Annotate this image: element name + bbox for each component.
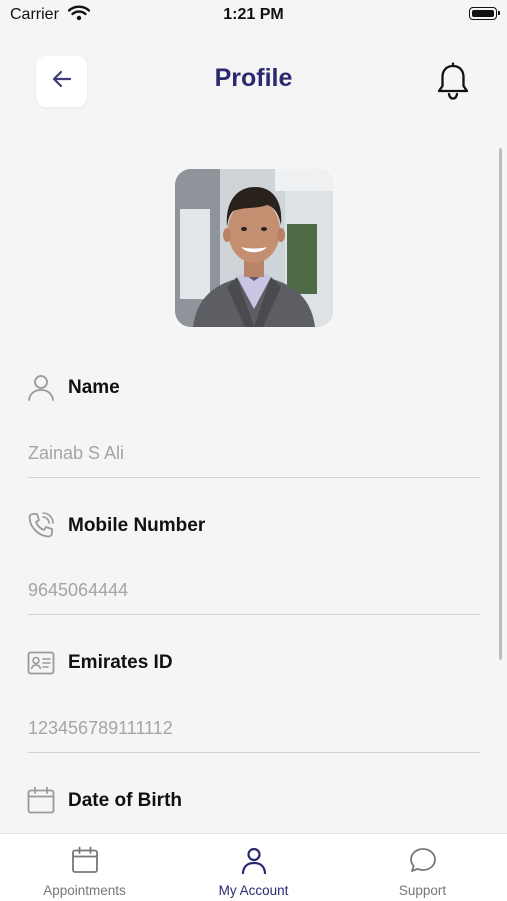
tab-my-account[interactable]: My Account — [169, 834, 338, 901]
chat-bubble-icon — [409, 846, 437, 879]
tab-appointments[interactable]: Appointments — [0, 834, 169, 901]
divider — [28, 752, 480, 753]
emirates-id-label: Emirates ID — [68, 652, 173, 673]
page-title: Profile — [214, 64, 293, 92]
name-label: Name — [68, 377, 120, 398]
date-of-birth-label: Date of Birth — [68, 790, 182, 811]
tab-bar: Appointments My Account Support — [0, 833, 507, 901]
calendar-icon — [71, 846, 99, 879]
user-icon — [240, 846, 268, 879]
status-bar: Carrier 1:21 PM — [0, 0, 507, 30]
battery-icon — [469, 7, 500, 20]
notification-bell-icon[interactable] — [434, 62, 472, 107]
emirates-id-value[interactable]: 123456789111112 — [28, 718, 173, 739]
status-time: 1:21 PM — [223, 6, 284, 23]
person-icon — [27, 373, 55, 406]
scrollbar[interactable] — [499, 148, 502, 660]
profile-photo[interactable] — [175, 169, 333, 327]
phone-icon — [27, 511, 55, 544]
divider — [28, 477, 480, 478]
tab-label: Support — [398, 883, 447, 898]
id-card-icon — [27, 649, 55, 682]
tab-label: My Account — [218, 883, 289, 898]
mobile-number-label: Mobile Number — [68, 515, 206, 536]
calendar-icon — [27, 786, 55, 819]
name-value[interactable]: Zainab S Ali — [28, 443, 124, 464]
tab-support[interactable]: Support — [338, 834, 507, 901]
tab-label: Appointments — [43, 883, 126, 898]
divider — [28, 614, 480, 615]
mobile-number-value[interactable]: 9645064444 — [28, 580, 128, 601]
